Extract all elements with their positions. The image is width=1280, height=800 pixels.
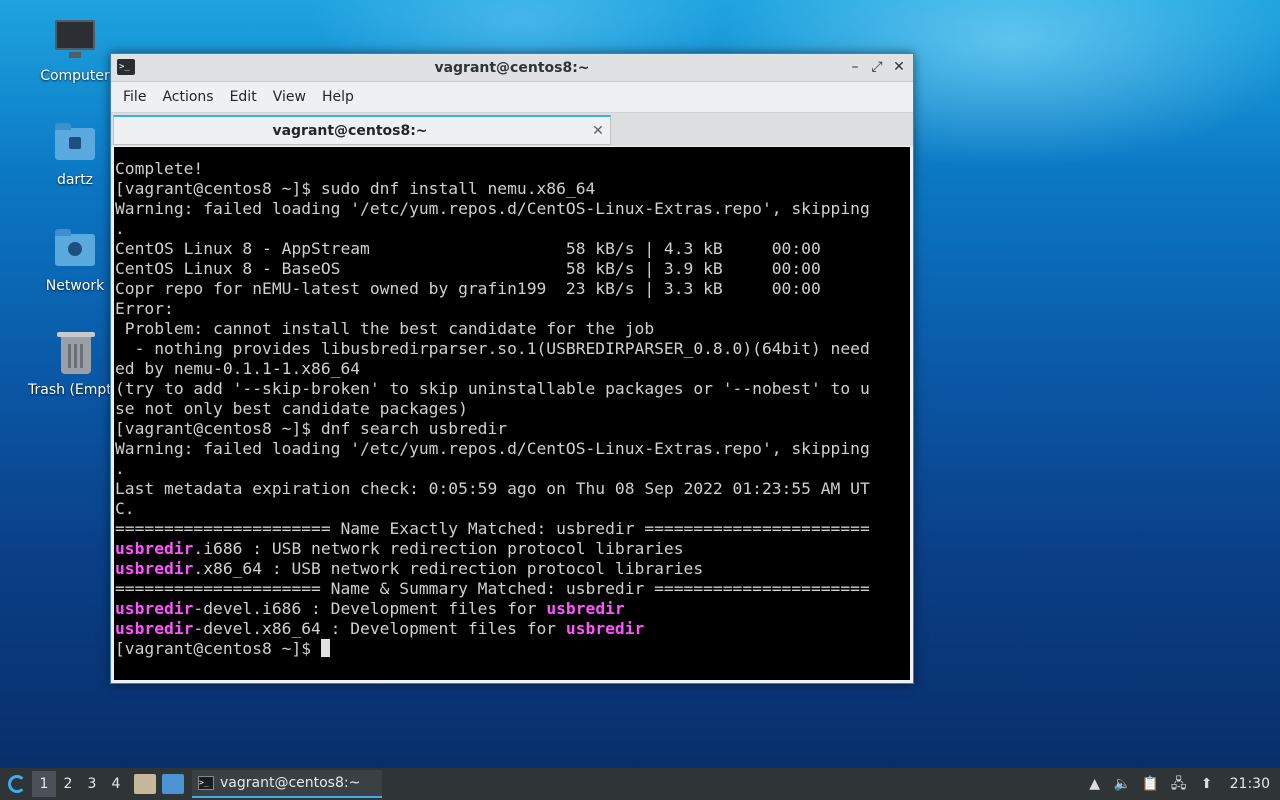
- window-title: vagrant@centos8:~: [434, 59, 590, 76]
- network-folder-icon: [53, 228, 97, 272]
- terminal-line: Complete!: [115, 159, 204, 178]
- taskbar: 1 2 3 4 >_ vagrant@centos8:~ ▲ 🔈 📋 🖧 ⬆ 2…: [0, 768, 1280, 800]
- upload-icon[interactable]: ▲: [1086, 775, 1104, 793]
- system-tray: ▲ 🔈 📋 🖧 ⬆ 21:30: [1086, 775, 1280, 793]
- terminal-line: CentOS Linux 8 - BaseOS 58 kB/s | 3.9 kB…: [115, 259, 821, 278]
- desktop-icon-label: Trash (Empty): [28, 382, 122, 398]
- close-button[interactable]: ✕: [891, 58, 907, 76]
- tab-bar: vagrant@centos8:~ ✕: [111, 112, 913, 146]
- terminal-line: ===================== Name & Summary Mat…: [115, 579, 870, 598]
- computer-icon: [53, 18, 97, 62]
- menu-actions[interactable]: Actions: [154, 89, 221, 105]
- match-highlight: usbredir: [115, 559, 194, 578]
- tab-label: vagrant@centos8:~: [272, 122, 428, 139]
- menu-edit[interactable]: Edit: [222, 89, 265, 105]
- desktop-icon-label: dartz: [56, 172, 94, 188]
- terminal-match-line: usbredir.x86_64 : USB network redirectio…: [115, 559, 910, 579]
- terminal-line: CentOS Linux 8 - AppStream 58 kB/s | 4.3…: [115, 239, 821, 258]
- terminal-line: ====================== Name Exactly Matc…: [115, 519, 870, 538]
- menu-file[interactable]: File: [115, 89, 154, 105]
- text-cursor: [320, 639, 330, 657]
- workspace-2[interactable]: 2: [56, 776, 80, 792]
- terminal-line: (try to add '--skip-broken' to skip unin…: [115, 379, 870, 398]
- clock[interactable]: 21:30: [1230, 776, 1270, 792]
- terminal-prompt-line[interactable]: [vagrant@centos8 ~]$: [115, 639, 910, 659]
- terminal-line: Error:: [115, 299, 174, 318]
- lxqt-logo-icon: [8, 775, 26, 793]
- terminal-output[interactable]: Complete! [vagrant@centos8 ~]$ sudo dnf …: [114, 147, 910, 680]
- menu-help[interactable]: Help: [314, 89, 362, 105]
- match-text: -devel.i686 : Development files for: [193, 599, 547, 618]
- terminal-line: Copr repo for nEMU-latest owned by grafi…: [115, 279, 821, 298]
- show-desktop-icon[interactable]: [162, 774, 184, 794]
- match-text: -devel.x86_64 : Development files for: [193, 619, 566, 638]
- volume-icon[interactable]: 🔈: [1114, 775, 1132, 793]
- window-titlebar[interactable]: >_ vagrant@centos8:~ – ⤢ ✕: [111, 54, 913, 82]
- match-highlight: usbredir: [115, 619, 194, 638]
- terminal-match-line: usbredir-devel.x86_64 : Development file…: [115, 619, 910, 639]
- terminal-line: Last metadata expiration check: 0:05:59 …: [115, 479, 870, 498]
- terminal-line: [vagrant@centos8 ~]$ sudo dnf install ne…: [115, 179, 596, 198]
- terminal-line: [vagrant@centos8 ~]$ dnf search usbredir: [115, 419, 508, 438]
- update-icon[interactable]: ⬆: [1198, 775, 1216, 793]
- terminal-app-icon[interactable]: >_: [117, 59, 135, 75]
- terminal-match-line: usbredir.i686 : USB network redirection …: [115, 539, 910, 559]
- match-text: .x86_64 : USB network redirection protoc…: [193, 559, 704, 578]
- match-highlight: usbredir: [115, 539, 194, 558]
- desktop-icon-network[interactable]: Network: [28, 228, 122, 294]
- match-highlight: usbredir: [115, 599, 194, 618]
- trash-icon: [53, 332, 97, 376]
- desktop-icon-label: Computer: [40, 68, 110, 84]
- terminal-line: ed by nemu-0.1.1-1.x86_64: [115, 359, 361, 378]
- menu-view[interactable]: View: [265, 89, 314, 105]
- workspace-3[interactable]: 3: [80, 776, 104, 792]
- desktop-icon-trash[interactable]: Trash (Empty): [28, 332, 122, 398]
- terminal-line: - nothing provides libusbredirparser.so.…: [115, 339, 870, 358]
- terminal-task-icon: >_: [198, 776, 214, 790]
- desktop-icon-label: Network: [45, 278, 105, 294]
- tab-close-icon[interactable]: ✕: [586, 123, 610, 139]
- terminal-line: C.: [115, 499, 135, 518]
- tab-terminal[interactable]: vagrant@centos8:~ ✕: [113, 115, 611, 145]
- shell-prompt: [vagrant@centos8 ~]$: [115, 639, 321, 658]
- match-text: .i686 : USB network redirection protocol…: [193, 539, 684, 558]
- workspace-1[interactable]: 1: [32, 771, 56, 797]
- taskbar-task-terminal[interactable]: >_ vagrant@centos8:~: [192, 770, 382, 798]
- start-menu-button[interactable]: [2, 769, 32, 799]
- workspace-4[interactable]: 4: [104, 776, 128, 792]
- terminal-line: se not only best candidate packages): [115, 399, 468, 418]
- clipboard-icon[interactable]: 📋: [1142, 775, 1160, 793]
- terminal-line: Problem: cannot install the best candida…: [115, 319, 655, 338]
- task-label: vagrant@centos8:~: [220, 775, 361, 791]
- maximize-button[interactable]: ⤢: [869, 58, 885, 76]
- desktop-icon-computer[interactable]: Computer: [28, 18, 122, 84]
- home-folder-icon: [53, 122, 97, 166]
- match-highlight: usbredir: [565, 619, 645, 638]
- terminal-line: .: [115, 219, 125, 238]
- minimize-button[interactable]: –: [847, 58, 863, 76]
- terminal-line: Warning: failed loading '/etc/yum.repos.…: [115, 199, 870, 218]
- terminal-line: .: [115, 459, 125, 478]
- match-highlight: usbredir: [546, 599, 625, 618]
- terminal-line: Warning: failed loading '/etc/yum.repos.…: [115, 439, 870, 458]
- menubar: File Actions Edit View Help: [111, 82, 913, 112]
- network-icon[interactable]: 🖧: [1170, 775, 1188, 793]
- terminal-match-line: usbredir-devel.i686 : Development files …: [115, 599, 910, 619]
- desktop-icon-home[interactable]: dartz: [28, 122, 122, 188]
- file-manager-launcher-icon[interactable]: [134, 774, 156, 794]
- terminal-window[interactable]: >_ vagrant@centos8:~ – ⤢ ✕ File Actions …: [110, 53, 914, 684]
